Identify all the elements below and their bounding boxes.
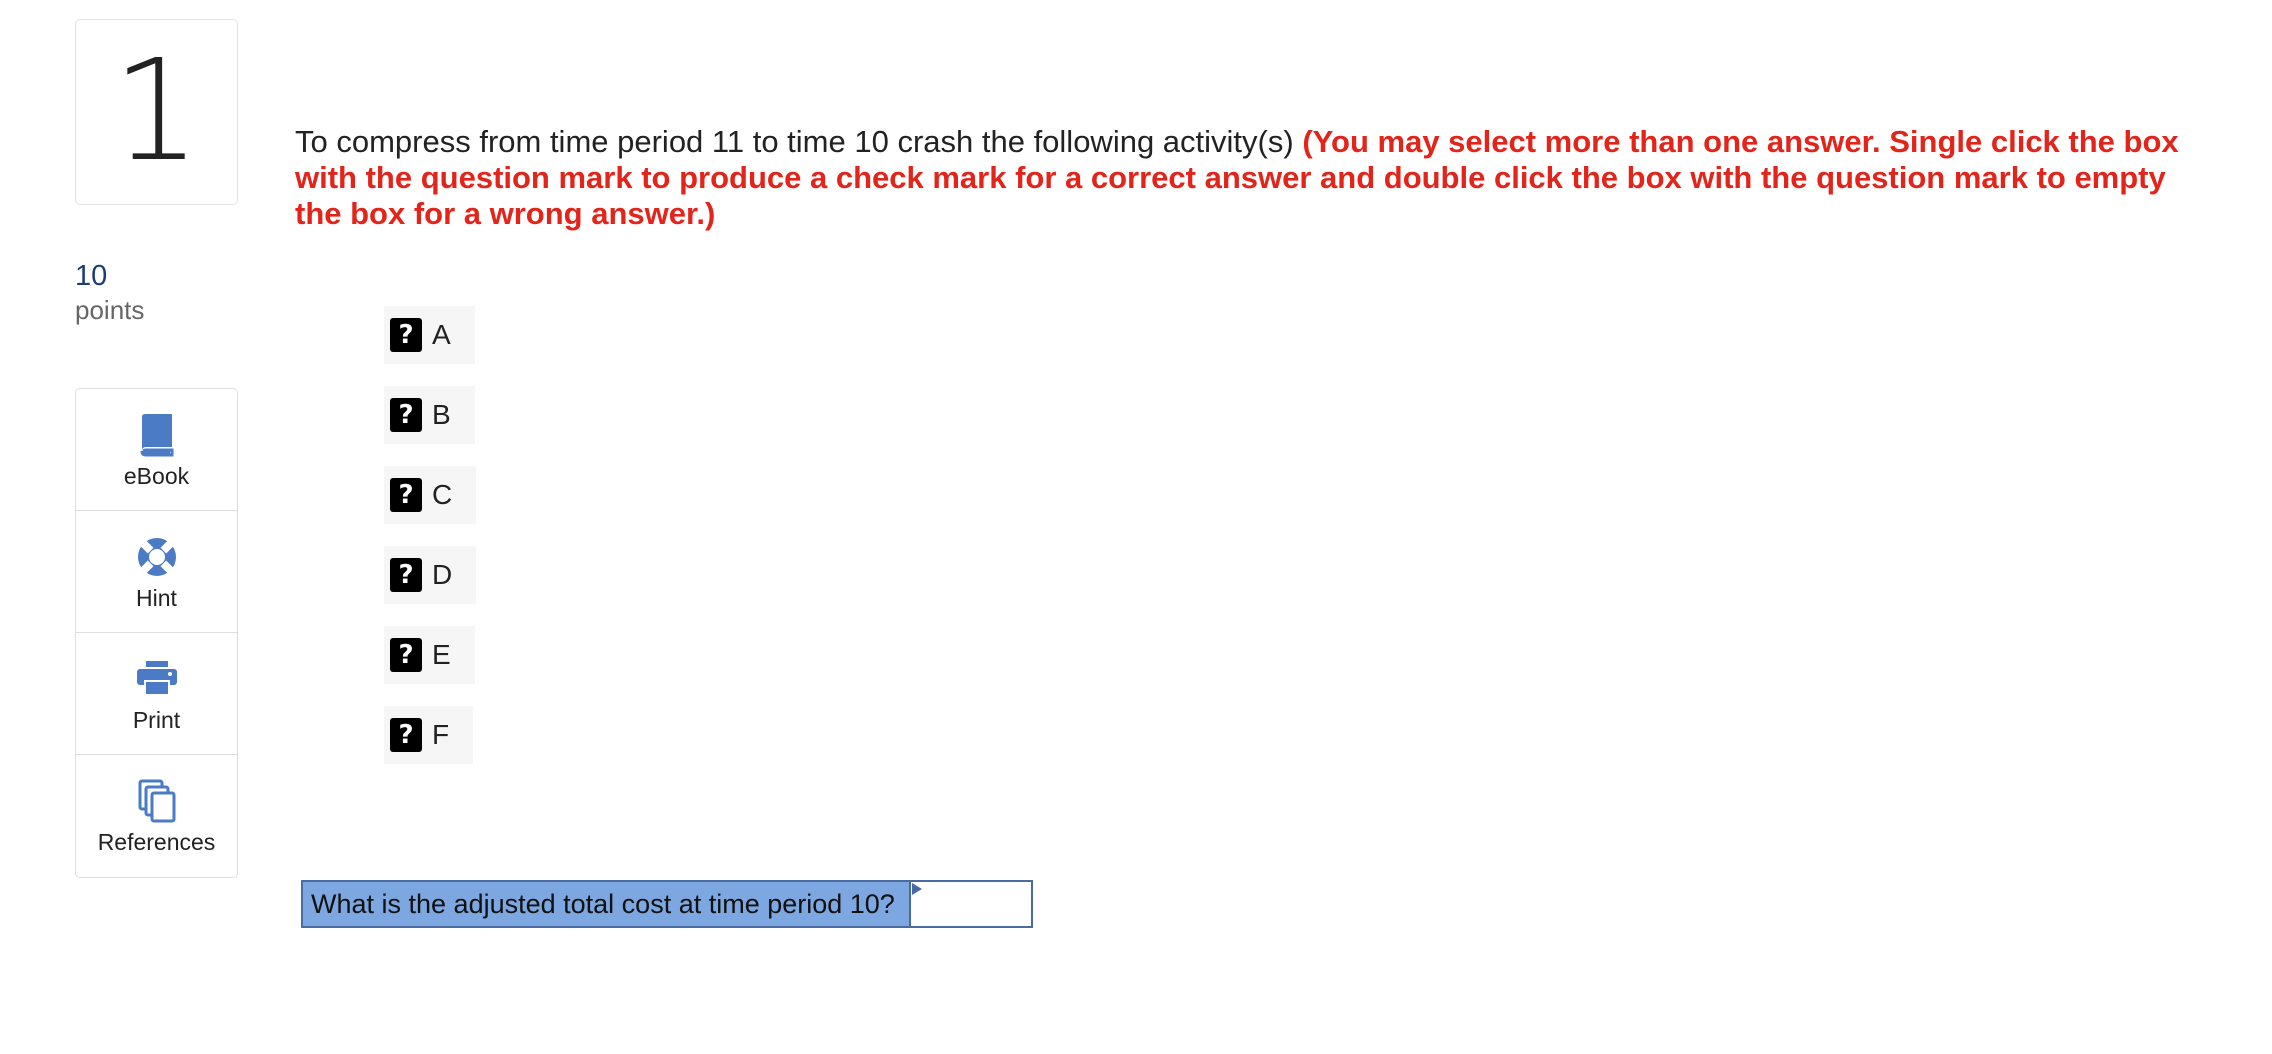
lifebuoy-icon: [135, 535, 179, 579]
question-mark-checkbox[interactable]: ?: [390, 478, 422, 512]
adjusted-cost-row: What is the adjusted total cost at time …: [301, 880, 1033, 928]
question-mark-checkbox[interactable]: ?: [390, 398, 422, 432]
print-button[interactable]: Print: [76, 633, 237, 755]
option-b[interactable]: ? B: [384, 386, 475, 444]
question-number: 1: [111, 30, 202, 193]
option-e[interactable]: ? E: [384, 626, 475, 684]
option-f[interactable]: ? F: [384, 706, 474, 764]
question-mark-checkbox[interactable]: ?: [390, 558, 422, 592]
option-label: B: [432, 399, 451, 430]
question-number-box: 1: [75, 19, 238, 205]
points-label: points: [75, 295, 145, 325]
question-mark-checkbox[interactable]: ?: [390, 318, 422, 352]
option-label: E: [432, 639, 451, 670]
tools-panel: eBook Hint Print References: [75, 388, 238, 878]
printer-icon: [135, 657, 179, 701]
question-mark-checkbox[interactable]: ?: [390, 718, 422, 752]
option-c[interactable]: ? C: [384, 466, 477, 524]
question-prompt: To compress from time period 11 to time …: [295, 124, 1294, 159]
cell-marker-icon: [912, 883, 922, 895]
option-d[interactable]: ? D: [384, 546, 477, 604]
hint-button[interactable]: Hint: [76, 511, 237, 633]
references-button[interactable]: References: [76, 755, 237, 877]
ebook-label: eBook: [123, 463, 190, 489]
references-label: References: [97, 829, 216, 855]
ebook-button[interactable]: eBook: [76, 389, 237, 511]
points-value: 10: [75, 260, 108, 292]
option-label: F: [432, 719, 450, 750]
book-icon: [135, 413, 179, 457]
adjusted-cost-cell[interactable]: [911, 882, 1031, 926]
adjusted-cost-input[interactable]: [911, 882, 1031, 926]
points-block: 10 points: [75, 258, 144, 326]
option-label: C: [432, 479, 453, 510]
print-label: Print: [132, 707, 181, 733]
adjusted-cost-label: What is the adjusted total cost at time …: [303, 882, 911, 926]
option-label: A: [432, 319, 451, 350]
question-text: To compress from time period 11 to time …: [295, 124, 2185, 232]
option-a[interactable]: ? A: [384, 306, 475, 364]
option-label: D: [432, 559, 453, 590]
question-mark-checkbox[interactable]: ?: [390, 638, 422, 672]
hint-label: Hint: [136, 585, 177, 611]
copy-icon: [135, 779, 179, 823]
